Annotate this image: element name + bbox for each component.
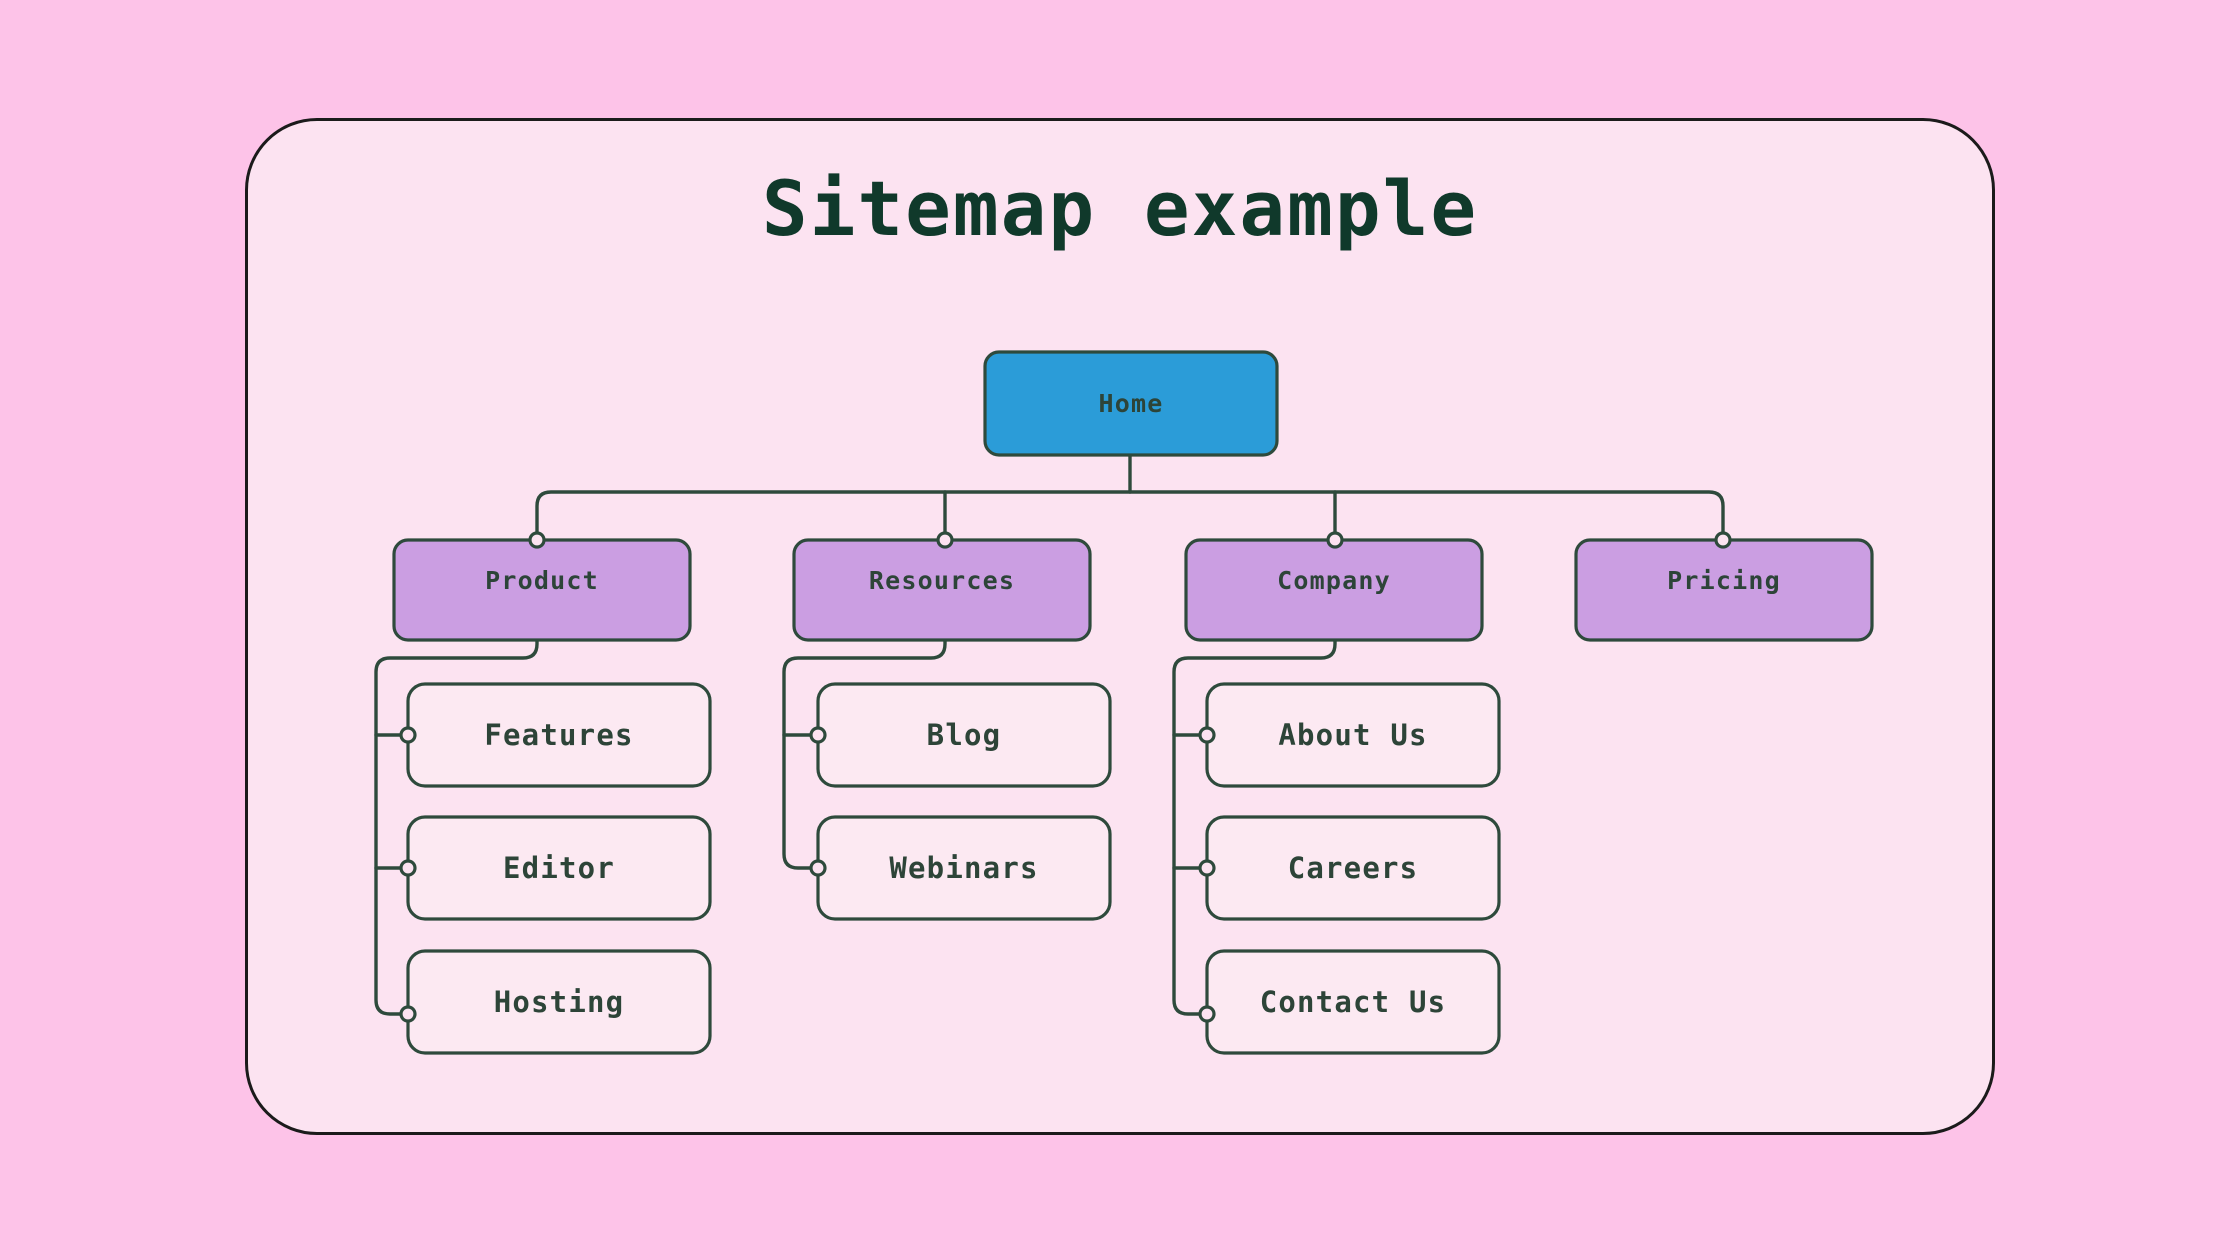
node-webinars[interactable]: Webinars <box>816 815 1112 921</box>
page-title: Sitemap example <box>762 164 1478 253</box>
node-about-us-label: About Us <box>1278 718 1427 752</box>
node-blog[interactable]: Blog <box>816 682 1112 788</box>
node-company[interactable]: Company <box>1184 538 1484 642</box>
joint-company-top <box>1326 531 1344 549</box>
node-contact-us[interactable]: Contact Us <box>1205 949 1501 1055</box>
joint-careers-left <box>1198 859 1216 877</box>
node-pricing[interactable]: Pricing <box>1574 538 1874 642</box>
node-editor[interactable]: Editor <box>406 815 712 921</box>
node-company-label: Company <box>1277 566 1391 595</box>
node-resources-label: Resources <box>869 566 1015 595</box>
joint-resources-top <box>936 531 954 549</box>
node-pricing-label: Pricing <box>1667 566 1781 595</box>
node-home[interactable]: Home <box>983 350 1279 457</box>
node-blog-label: Blog <box>927 718 1002 752</box>
joint-blog-left <box>809 726 827 744</box>
node-webinars-label: Webinars <box>889 851 1038 885</box>
joint-webinars-left <box>809 859 827 877</box>
node-hosting-label: Hosting <box>494 985 625 1019</box>
node-careers-label: Careers <box>1288 851 1419 885</box>
sitemap-diagram: Sitemap example Home Product Resources C… <box>374 164 1874 1055</box>
node-product[interactable]: Product <box>392 538 692 642</box>
node-resources[interactable]: Resources <box>792 538 1092 642</box>
node-careers[interactable]: Careers <box>1205 815 1501 921</box>
joint-contact-us-left <box>1198 1005 1216 1023</box>
edge-level1-bus <box>535 490 1725 542</box>
joint-about-us-left <box>1198 726 1216 744</box>
node-hosting[interactable]: Hosting <box>406 949 712 1055</box>
node-about-us[interactable]: About Us <box>1205 682 1501 788</box>
node-product-label: Product <box>485 566 599 595</box>
joint-features-left <box>399 726 417 744</box>
node-features-label: Features <box>484 718 633 752</box>
joint-pricing-top <box>1714 531 1732 549</box>
node-home-label: Home <box>1098 389 1163 418</box>
node-features[interactable]: Features <box>406 682 712 788</box>
canvas: Sitemap example Home Product Resources C… <box>0 0 2240 1260</box>
node-editor-label: Editor <box>503 851 615 885</box>
joint-product-top <box>528 531 546 549</box>
joint-editor-left <box>399 859 417 877</box>
node-contact-us-label: Contact Us <box>1260 985 1447 1019</box>
joint-hosting-left <box>399 1005 417 1023</box>
